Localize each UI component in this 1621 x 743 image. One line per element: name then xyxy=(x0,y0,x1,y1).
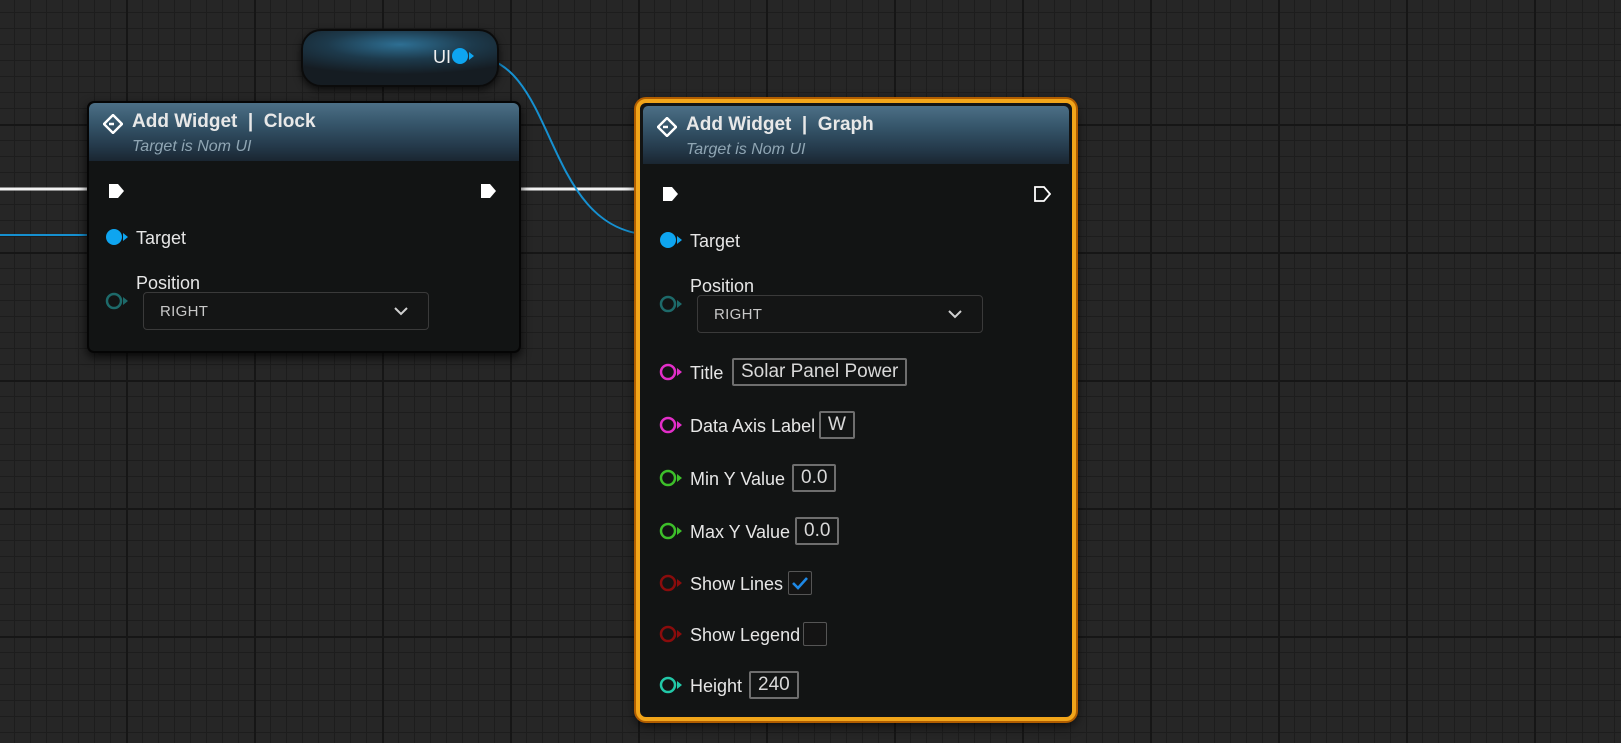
data-axis-label-input[interactable]: W xyxy=(819,411,855,439)
position-dropdown-value: RIGHT xyxy=(160,303,209,320)
data-axis-label-pin-icon[interactable] xyxy=(659,415,683,435)
min-y-value-input[interactable]: 0.0 xyxy=(792,464,837,492)
exec-in-pin-icon[interactable] xyxy=(107,182,125,200)
show-legend-label: Show Legend xyxy=(690,625,801,645)
title-pin-icon[interactable] xyxy=(659,362,683,382)
node-title: Add Widget | Clock xyxy=(132,111,316,132)
max-y-value-pin-icon[interactable] xyxy=(659,521,683,541)
position-dropdown[interactable]: RIGHT xyxy=(143,292,429,330)
position-label: Position xyxy=(690,276,755,296)
node-subtitle: Target is Nom UI xyxy=(686,141,806,158)
data-axis-label-label: Data Axis Label xyxy=(690,416,816,436)
show-legend-checkbox[interactable] xyxy=(803,622,827,646)
show-lines-checkbox[interactable] xyxy=(788,571,812,595)
exec-in-pin-icon[interactable] xyxy=(661,185,679,203)
target-label: Target xyxy=(136,228,187,248)
height-input[interactable]: 240 xyxy=(749,671,799,699)
add-widget-clock-node[interactable]: Add Widget | Clock Target is Nom UI Targ… xyxy=(87,101,521,353)
position-pin-icon[interactable] xyxy=(659,294,683,314)
min-y-value-label: Min Y Value xyxy=(690,469,786,489)
target-pin-icon[interactable] xyxy=(659,230,683,250)
position-pin-icon[interactable] xyxy=(105,291,129,311)
blueprint-graph-canvas[interactable]: UI Add Widget | Clock Target is Nom UI T… xyxy=(0,0,1621,743)
ui-variable-label: UI xyxy=(433,47,451,67)
target-label: Target xyxy=(690,231,741,251)
title-label: Title xyxy=(690,363,724,383)
ui-output-pin-icon[interactable] xyxy=(451,47,475,67)
chevron-down-icon xyxy=(948,310,962,319)
function-icon xyxy=(657,117,677,137)
node-subtitle: Target is Nom UI xyxy=(132,138,252,155)
position-dropdown-value: RIGHT xyxy=(714,306,763,323)
show-legend-pin-icon[interactable] xyxy=(659,624,683,644)
title-input[interactable]: Solar Panel Power xyxy=(732,358,908,386)
node-header[interactable]: Add Widget | Graph Target is Nom UI xyxy=(643,106,1069,164)
height-pin-icon[interactable] xyxy=(659,675,683,695)
chevron-down-icon xyxy=(394,307,408,316)
position-label: Position xyxy=(136,273,201,293)
exec-out-pin-icon[interactable] xyxy=(1033,185,1051,203)
min-y-value-pin-icon[interactable] xyxy=(659,468,683,488)
max-y-value-input[interactable]: 0.0 xyxy=(795,517,840,545)
node-header[interactable]: Add Widget | Clock Target is Nom UI xyxy=(89,103,519,161)
function-icon xyxy=(103,114,123,134)
position-dropdown[interactable]: RIGHT xyxy=(697,295,983,333)
add-widget-graph-node[interactable]: Add Widget | Graph Target is Nom UI Targ… xyxy=(636,99,1076,721)
ui-variable-node[interactable]: UI xyxy=(301,29,499,87)
height-label: Height xyxy=(690,676,743,696)
show-lines-label: Show Lines xyxy=(690,574,784,594)
checkmark-icon xyxy=(792,577,808,590)
exec-out-pin-icon[interactable] xyxy=(479,182,497,200)
max-y-value-label: Max Y Value xyxy=(690,522,791,542)
target-pin-icon[interactable] xyxy=(105,227,129,247)
show-lines-pin-icon[interactable] xyxy=(659,573,683,593)
node-title: Add Widget | Graph xyxy=(686,114,874,135)
